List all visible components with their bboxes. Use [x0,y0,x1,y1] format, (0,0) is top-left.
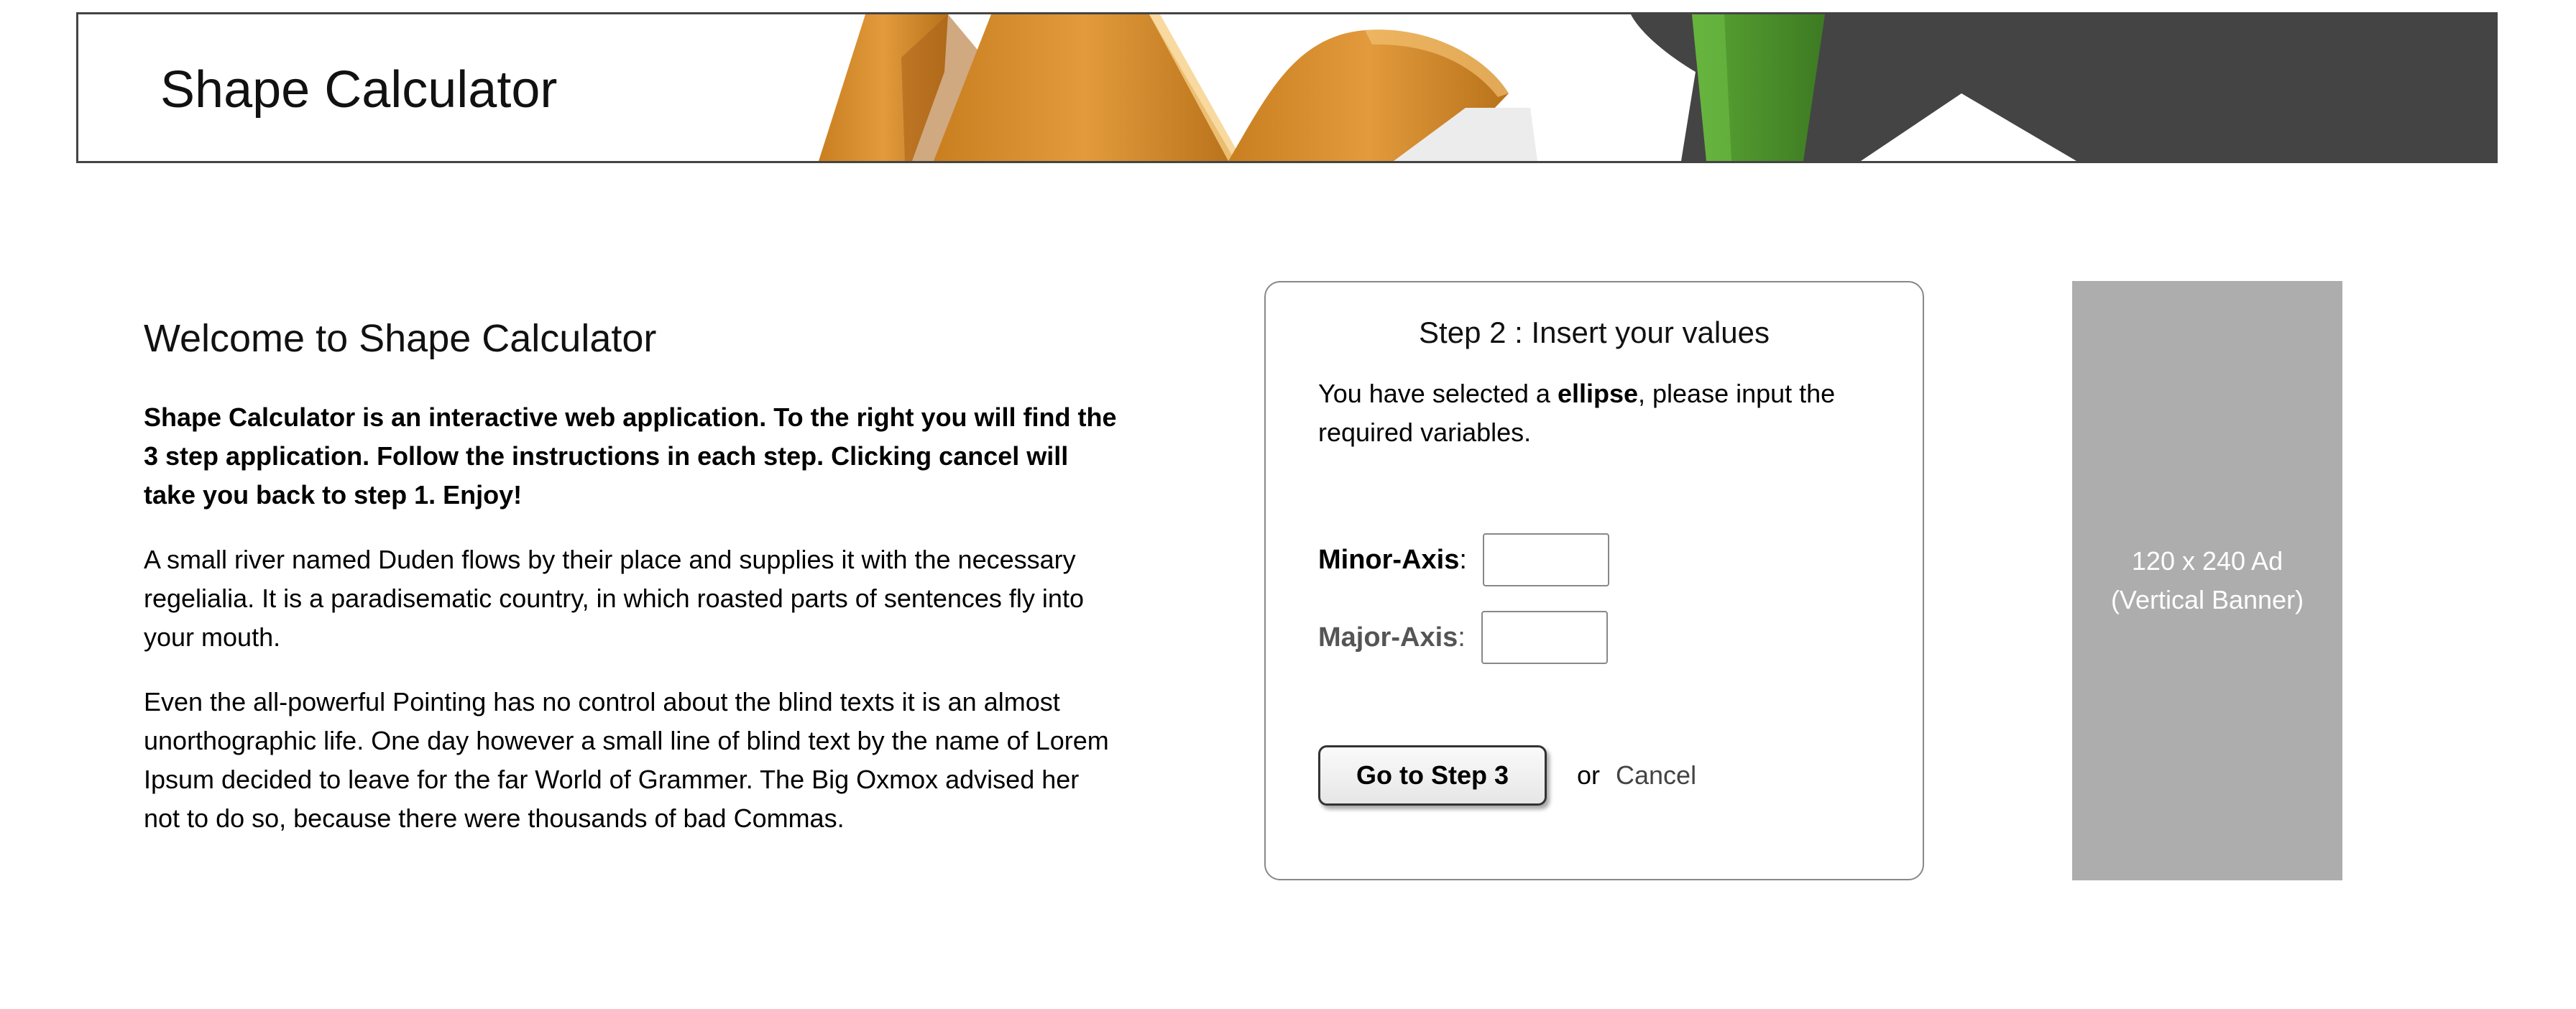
welcome-heading: Welcome to Shape Calculator [144,317,657,360]
ad-size-text: 120 x 240 Ad [2131,546,2283,576]
intro-section: Welcome to Shape Calculator Shape Calcul… [144,316,1121,864]
step-title: Step 2 : Insert your values [1419,315,1770,349]
selected-shape: ellipse [1557,379,1638,408]
vertical-ad-banner[interactable]: 120 x 240 Ad (Vertical Banner) [2072,281,2342,880]
major-axis-label: Major-Axis: [1318,622,1466,653]
intro-paragraph-2: Even the all-powerful Pointing has no co… [144,687,1109,833]
major-axis-row: Major-Axis: [1318,611,1608,664]
step-actions: Go to Step 3 or Cancel [1318,745,1696,806]
or-text: or [1577,760,1601,790]
ad-type-text: (Vertical Banner) [2110,585,2304,614]
intro-paragraph-1: A small river named Duden flows by their… [144,545,1084,652]
desc-prefix: You have selected a [1318,379,1558,408]
intro-lead: Shape Calculator is an interactive web a… [144,402,1117,510]
go-to-step-3-button[interactable]: Go to Step 3 [1318,745,1547,806]
cancel-link[interactable]: Cancel [1616,760,1696,791]
minor-axis-input[interactable] [1482,533,1609,586]
site-title: Shape Calculator [160,61,558,119]
minor-axis-row: Minor-Axis: [1318,533,1609,586]
minor-axis-label: Minor-Axis: [1318,544,1467,575]
major-axis-input[interactable] [1481,611,1608,664]
step-description: You have selected a ellipse, please inpu… [1318,374,1879,452]
step-panel: Step 2 : Insert your values You have sel… [1264,281,1924,880]
site-header: Shape Calculator [76,12,2498,163]
